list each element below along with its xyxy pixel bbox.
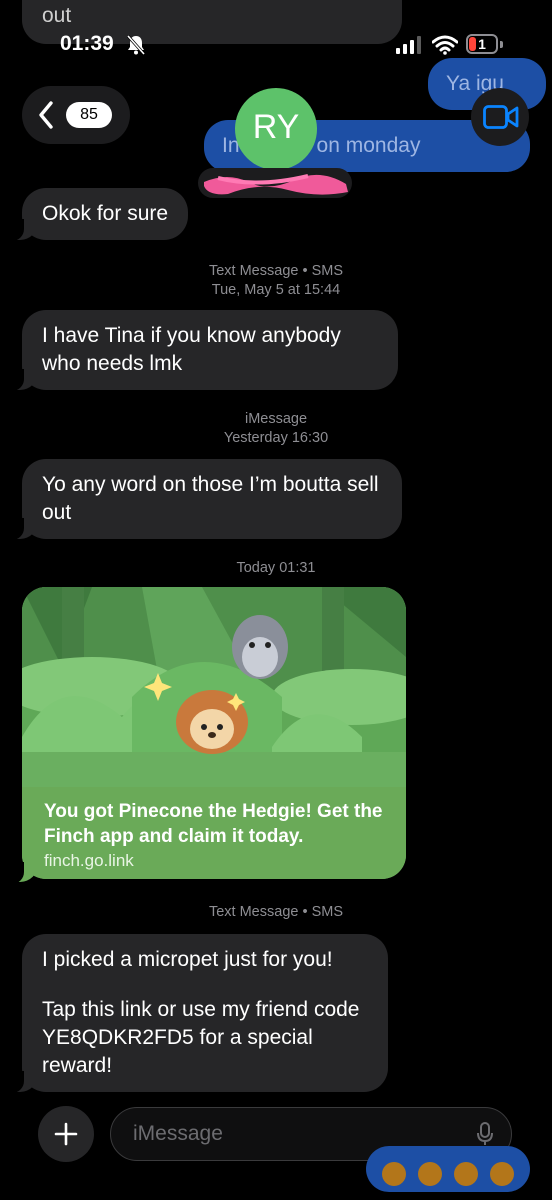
hedgehog-illustration bbox=[22, 587, 406, 787]
message-text: Tap this link or use my friend code YE8Q… bbox=[42, 998, 360, 1077]
background-bubble-text: out bbox=[42, 4, 72, 27]
incoming-message[interactable]: Okok for sure bbox=[9, 188, 189, 241]
link-preview-url: finch.go.link bbox=[44, 851, 134, 870]
contact-avatar[interactable]: RY bbox=[235, 88, 317, 170]
incoming-message[interactable]: I have Tina if you know anybody who need… bbox=[10, 310, 398, 391]
video-camera-icon bbox=[483, 105, 519, 134]
message-timestamp: Text Message • SMS Tue, May 5 at 15:44 bbox=[208, 263, 343, 298]
unread-count-badge: 85 bbox=[66, 102, 112, 128]
signal-icon bbox=[396, 36, 422, 59]
message-text: I picked a micropet just for you! bbox=[42, 948, 333, 971]
link-preview-card[interactable]: You got Pinecone the Hedgie! Get the Fin… bbox=[22, 587, 406, 879]
emoji-icon bbox=[490, 1162, 514, 1186]
plus-icon bbox=[54, 1122, 78, 1151]
message-timestamp: Today 01:31 bbox=[236, 560, 316, 576]
emoji-icon bbox=[382, 1162, 406, 1186]
emoji-icon bbox=[454, 1162, 478, 1186]
wifi-icon bbox=[431, 35, 459, 60]
battery-level: 1 bbox=[478, 36, 486, 52]
link-preview-caption: You got Pinecone the Hedgie! Get the Fin… bbox=[22, 787, 406, 879]
message-text: I have Tina if you know anybody who need… bbox=[42, 324, 341, 375]
link-preview-title: You got Pinecone the Hedgie! Get the Fin… bbox=[44, 801, 383, 847]
video-call-button[interactable] bbox=[471, 88, 529, 146]
contact-initials: RY bbox=[252, 108, 300, 146]
status-time: 01:39 bbox=[60, 32, 114, 55]
message-text: Yo any word on those I’m boutta sell out bbox=[42, 473, 379, 524]
chevron-left-icon bbox=[38, 101, 54, 134]
add-attachment-button[interactable] bbox=[38, 1106, 94, 1162]
emoji-icon bbox=[418, 1162, 442, 1186]
contact-name-redacted bbox=[198, 168, 352, 198]
status-bar: 01:39 1 bbox=[0, 28, 552, 62]
message-timestamp: Text Message • SMS bbox=[208, 904, 343, 920]
battery-icon: 1 bbox=[466, 34, 498, 54]
back-button[interactable]: 85 bbox=[22, 86, 130, 144]
message-text: Okok for sure bbox=[42, 202, 169, 225]
message-timestamp: iMessage Yesterday 16:30 bbox=[223, 411, 329, 446]
message-input-placeholder: iMessage bbox=[133, 1122, 223, 1145]
mute-bell-icon bbox=[126, 34, 146, 61]
incoming-message[interactable]: I picked a micropet just for you! Tap th… bbox=[10, 934, 388, 1093]
incoming-message[interactable]: Yo any word on those I’m boutta sell out bbox=[10, 459, 402, 540]
